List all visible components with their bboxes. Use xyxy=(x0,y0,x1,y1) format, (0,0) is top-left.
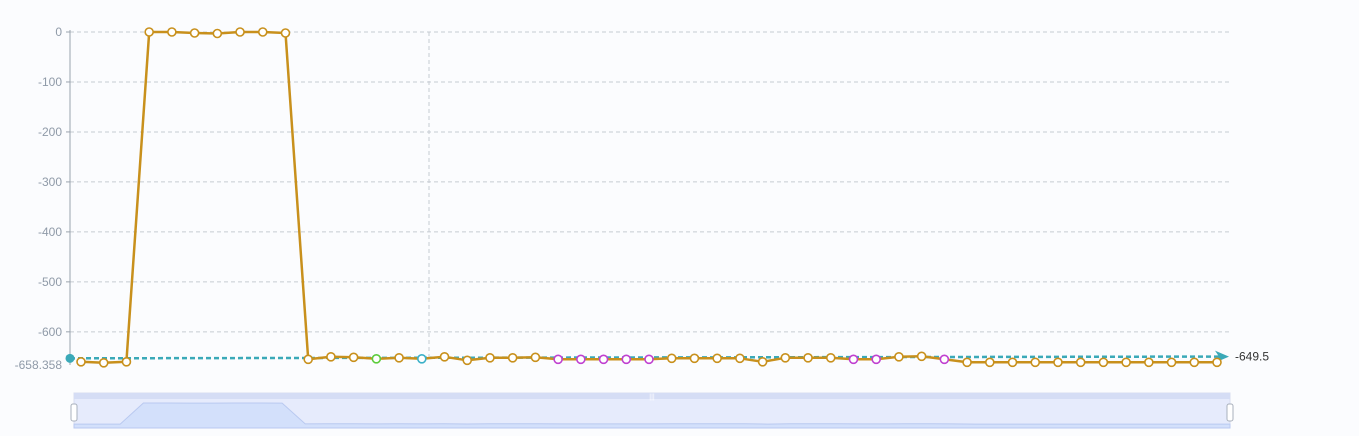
data-point[interactable] xyxy=(644,354,654,365)
zoom-slider[interactable]: ||| xyxy=(70,392,1234,429)
data-point[interactable] xyxy=(371,354,382,364)
data-point[interactable] xyxy=(825,353,836,363)
data-point[interactable] xyxy=(1166,357,1177,368)
data-point[interactable] xyxy=(757,357,768,367)
data-point[interactable] xyxy=(553,354,563,365)
data-point[interactable] xyxy=(621,354,632,365)
y-axis: 0 -100 -200 -300 -400 -500 -600 -658.358 xyxy=(15,25,71,372)
zoom-grip-icon[interactable]: ||| xyxy=(649,394,655,401)
data-point[interactable] xyxy=(189,28,200,38)
data-point[interactable] xyxy=(848,354,859,365)
line-chart: 0 -100 -200 -300 -400 -500 -600 -658.358 -649.5… xyxy=(15,25,1269,429)
y-tick-label: -400 xyxy=(38,225,62,239)
data-point[interactable] xyxy=(1007,357,1018,368)
data-point[interactable] xyxy=(326,352,336,362)
data-point[interactable] xyxy=(1098,357,1109,368)
data-point[interactable] xyxy=(962,357,972,368)
series-points[interactable] xyxy=(76,27,1222,368)
zoom-handle-left[interactable] xyxy=(70,403,78,422)
data-point[interactable] xyxy=(394,353,404,363)
data-point[interactable] xyxy=(280,28,291,38)
y-tick-label: -500 xyxy=(38,275,62,289)
trend-start-dot xyxy=(65,353,75,363)
y-tick-label: 0 xyxy=(55,25,62,39)
data-point[interactable] xyxy=(348,352,359,363)
data-point[interactable] xyxy=(485,353,495,363)
y-min-label: -658.358 xyxy=(15,358,63,372)
data-point[interactable] xyxy=(1144,357,1154,368)
y-tick-label: -300 xyxy=(38,175,62,189)
data-point[interactable] xyxy=(530,352,541,363)
data-point[interactable] xyxy=(76,357,86,367)
data-point[interactable] xyxy=(98,358,109,368)
data-point[interactable] xyxy=(939,354,950,365)
data-point[interactable] xyxy=(462,355,473,366)
y-tick-label: -200 xyxy=(38,125,62,139)
data-point[interactable] xyxy=(144,27,154,37)
data-point[interactable] xyxy=(916,351,927,362)
zoom-handle-right[interactable] xyxy=(1226,403,1234,422)
data-point[interactable] xyxy=(576,354,586,365)
data-point[interactable] xyxy=(416,354,427,364)
data-point[interactable] xyxy=(780,353,791,363)
grid-lines xyxy=(70,31,1229,361)
data-point[interactable] xyxy=(598,354,609,365)
data-point[interactable] xyxy=(1030,357,1041,368)
y-tick-label: -100 xyxy=(38,75,62,89)
data-point[interactable] xyxy=(1212,357,1222,368)
data-point[interactable] xyxy=(803,353,813,363)
data-point[interactable] xyxy=(507,353,518,363)
data-point[interactable] xyxy=(1189,357,1200,368)
data-point[interactable] xyxy=(439,352,450,362)
data-point[interactable] xyxy=(235,27,245,37)
data-point[interactable] xyxy=(689,353,700,364)
data-point[interactable] xyxy=(984,357,995,368)
data-point[interactable] xyxy=(257,27,268,37)
data-point[interactable] xyxy=(735,353,745,364)
data-point[interactable] xyxy=(167,27,177,37)
data-point[interactable] xyxy=(1075,357,1086,368)
data-point[interactable] xyxy=(666,353,677,364)
data-point[interactable] xyxy=(303,354,314,365)
trend-end-value: -649.5 xyxy=(1235,350,1269,364)
y-tick-label: -600 xyxy=(38,325,62,339)
data-point[interactable] xyxy=(894,352,904,362)
data-point[interactable] xyxy=(1121,357,1131,368)
data-point[interactable] xyxy=(1053,357,1063,368)
data-point[interactable] xyxy=(212,28,223,39)
data-point[interactable] xyxy=(712,353,722,364)
data-point[interactable] xyxy=(121,357,132,367)
data-point[interactable] xyxy=(871,354,882,365)
trend-end-label: -649.5 xyxy=(1235,350,1269,364)
